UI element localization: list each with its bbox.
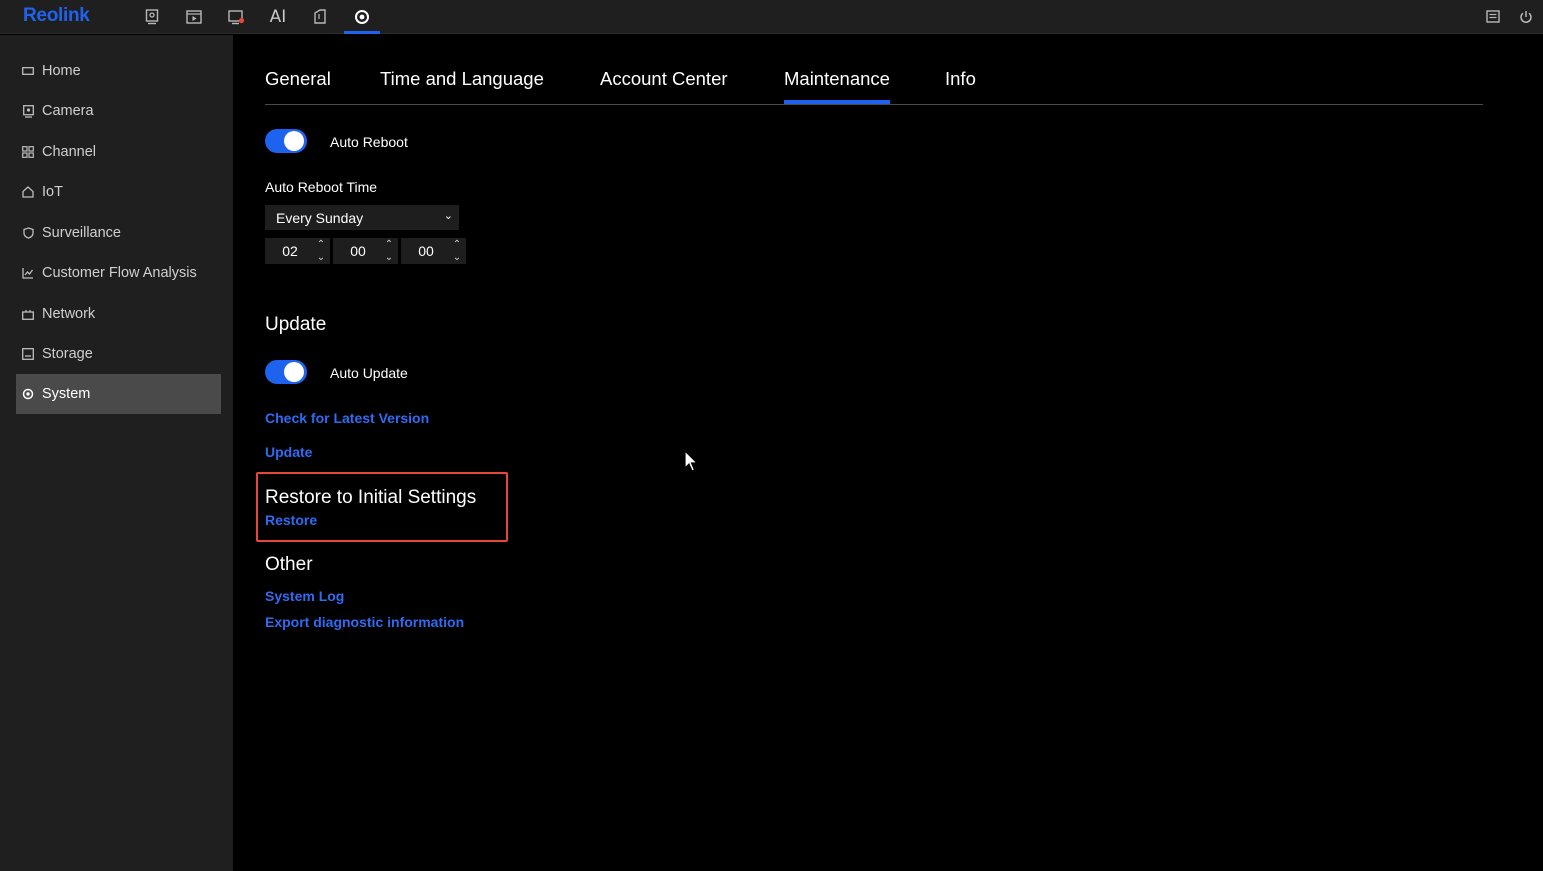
chart-icon bbox=[21, 266, 35, 280]
sidebar-item-surveillance[interactable]: Surveillance bbox=[16, 213, 221, 253]
sidebar-item-label: Customer Flow Analysis bbox=[42, 265, 197, 281]
minute-value: 00 bbox=[350, 243, 366, 259]
tab-general[interactable]: General bbox=[265, 68, 331, 90]
hour-value: 02 bbox=[282, 243, 298, 259]
sidebar-item-customer-flow-analysis[interactable]: Customer Flow Analysis bbox=[16, 253, 221, 293]
sidebar-item-label: Network bbox=[42, 306, 96, 322]
shield-icon bbox=[21, 226, 35, 240]
storage-icon bbox=[21, 347, 35, 361]
sidebar-item-label: Channel bbox=[42, 144, 97, 160]
sidebar: Home Camera Channel IoT Surveillance Cus… bbox=[0, 35, 233, 871]
sidebar-item-home[interactable]: Home bbox=[16, 51, 221, 91]
sidebar-item-label: System bbox=[42, 386, 91, 402]
sidebar-item-label: Camera bbox=[42, 103, 94, 119]
chevron-down-icon[interactable]: ⌄ bbox=[317, 252, 325, 263]
sidebar-item-system[interactable]: System bbox=[16, 374, 221, 414]
top-bar: Reolink AI bbox=[0, 0, 1543, 34]
chevron-down-icon[interactable]: ⌄ bbox=[453, 252, 461, 263]
reboot-schedule-value: Every Sunday bbox=[276, 209, 364, 226]
update-link[interactable]: Update bbox=[265, 444, 312, 460]
ai-label: AI bbox=[269, 7, 287, 27]
minute-stepper[interactable]: 00 ⌃ ⌄ bbox=[333, 238, 398, 264]
network-icon bbox=[21, 307, 35, 321]
system-log-link[interactable]: System Log bbox=[265, 588, 344, 604]
settings-icon[interactable] bbox=[344, 0, 380, 34]
hour-stepper[interactable]: 02 ⌃ ⌄ bbox=[265, 238, 330, 264]
auto-update-label: Auto Update bbox=[330, 365, 408, 381]
other-section-title: Other bbox=[265, 554, 313, 575]
check-latest-version-link[interactable]: Check for Latest Version bbox=[265, 410, 429, 426]
tab-time-and-language[interactable]: Time and Language bbox=[380, 68, 544, 90]
tab-maintenance[interactable]: Maintenance bbox=[784, 68, 890, 104]
reboot-schedule-select[interactable]: Every Sunday ⌄ bbox=[265, 205, 459, 230]
sidebar-item-channel[interactable]: Channel bbox=[16, 132, 221, 172]
camera-monitor-icon[interactable] bbox=[134, 0, 170, 34]
auto-update-toggle[interactable] bbox=[265, 360, 307, 384]
camera-icon bbox=[21, 104, 35, 118]
tab-info[interactable]: Info bbox=[945, 68, 976, 90]
auto-reboot-toggle[interactable] bbox=[265, 129, 307, 153]
chevron-up-icon[interactable]: ⌃ bbox=[453, 239, 461, 250]
iot-icon bbox=[21, 185, 35, 199]
channel-icon bbox=[21, 145, 35, 159]
ai-icon[interactable]: AI bbox=[260, 0, 296, 34]
sidebar-item-label: Surveillance bbox=[42, 225, 121, 241]
tab-account-center[interactable]: Account Center bbox=[600, 68, 728, 90]
export-diagnostic-link[interactable]: Export diagnostic information bbox=[265, 614, 464, 630]
mouse-cursor-icon bbox=[684, 449, 700, 479]
sidebar-item-label: IoT bbox=[42, 184, 63, 200]
chevron-up-icon[interactable]: ⌃ bbox=[385, 239, 393, 250]
auto-reboot-label: Auto Reboot bbox=[330, 134, 408, 150]
power-icon[interactable] bbox=[1508, 0, 1543, 34]
reolink-logo[interactable]: Reolink bbox=[23, 5, 90, 27]
sidebar-item-camera[interactable]: Camera bbox=[16, 91, 221, 131]
sidebar-item-iot[interactable]: IoT bbox=[16, 172, 221, 212]
second-stepper[interactable]: 00 ⌃ ⌄ bbox=[401, 238, 466, 264]
sidebar-item-label: Home bbox=[42, 63, 81, 79]
restore-section-title: Restore to Initial Settings bbox=[265, 487, 477, 508]
sidebar-item-storage[interactable]: Storage bbox=[16, 334, 221, 374]
second-value: 00 bbox=[418, 243, 434, 259]
restore-link[interactable]: Restore bbox=[265, 512, 317, 528]
sidebar-item-network[interactable]: Network bbox=[16, 294, 221, 334]
message-icon[interactable] bbox=[1475, 0, 1511, 34]
home-icon bbox=[21, 64, 35, 78]
system-gear-icon bbox=[21, 387, 35, 401]
chevron-down-icon: ⌄ bbox=[443, 210, 453, 222]
update-section-title: Update bbox=[265, 314, 327, 335]
auto-reboot-time-label: Auto Reboot Time bbox=[265, 179, 378, 195]
chevron-up-icon[interactable]: ⌃ bbox=[317, 239, 325, 250]
chevron-down-icon[interactable]: ⌄ bbox=[385, 252, 393, 263]
sidebar-item-label: Storage bbox=[42, 346, 93, 362]
files-icon[interactable] bbox=[302, 0, 338, 34]
playback-icon[interactable] bbox=[176, 0, 212, 34]
settings-tabs: General Time and Language Account Center… bbox=[265, 56, 1483, 105]
alarm-icon[interactable] bbox=[218, 0, 254, 34]
